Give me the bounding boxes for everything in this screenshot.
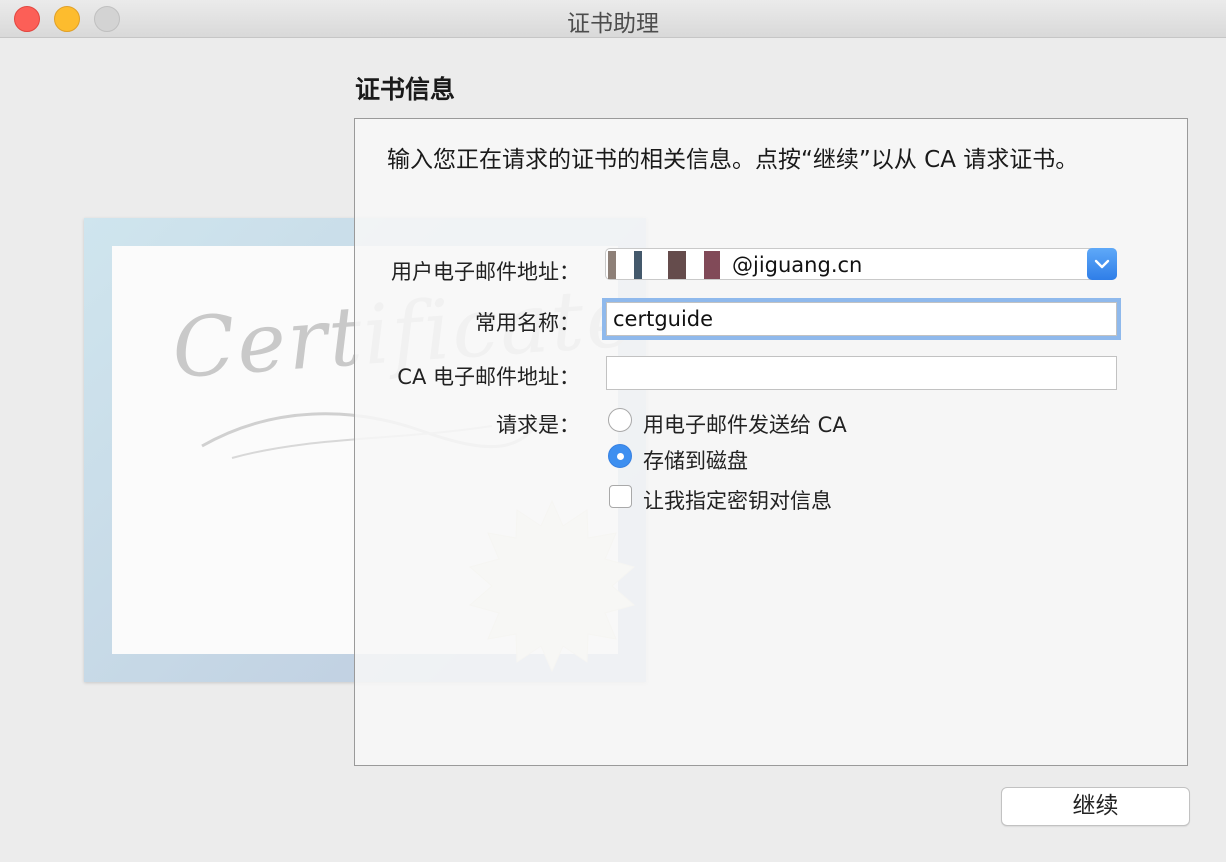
option-email-ca-label[interactable]: 用电子邮件发送给 CA	[643, 409, 847, 439]
form-panel	[354, 118, 1188, 766]
option-save-disk-label[interactable]: 存储到磁盘	[643, 445, 748, 475]
email-combobox[interactable]: @jiguang.cn	[605, 248, 1117, 280]
ca-email-input[interactable]	[607, 357, 1116, 389]
section-title: 证书信息	[355, 75, 456, 104]
window-title: 证书助理	[567, 11, 659, 37]
redaction-mask	[608, 251, 728, 279]
ca-email-label: CA 电子邮件地址：	[397, 365, 580, 389]
title-bar: 证书助理	[0, 0, 1226, 38]
email-value: @jiguang.cn	[732, 253, 863, 277]
email-label: 用户电子邮件地址：	[391, 260, 580, 284]
request-label: 请求是：	[496, 413, 580, 437]
radio-email-ca[interactable]	[608, 408, 632, 432]
common-name-field[interactable]	[602, 298, 1121, 340]
combobox-button[interactable]	[1087, 248, 1117, 280]
specify-key-label[interactable]: 让我指定密钥对信息	[643, 485, 832, 515]
common-name-input[interactable]	[607, 303, 1116, 335]
ca-email-field[interactable]	[606, 356, 1117, 390]
continue-button[interactable]: 继续	[1001, 787, 1190, 826]
radio-save-disk[interactable]	[608, 444, 632, 468]
specify-key-checkbox[interactable]	[609, 485, 632, 508]
common-name-label: 常用名称：	[475, 311, 580, 335]
intro-text: 输入您正在请求的证书的相关信息。点按“继续”以从 CA 请求证书。	[387, 147, 1079, 173]
chevron-down-icon	[1094, 259, 1110, 269]
